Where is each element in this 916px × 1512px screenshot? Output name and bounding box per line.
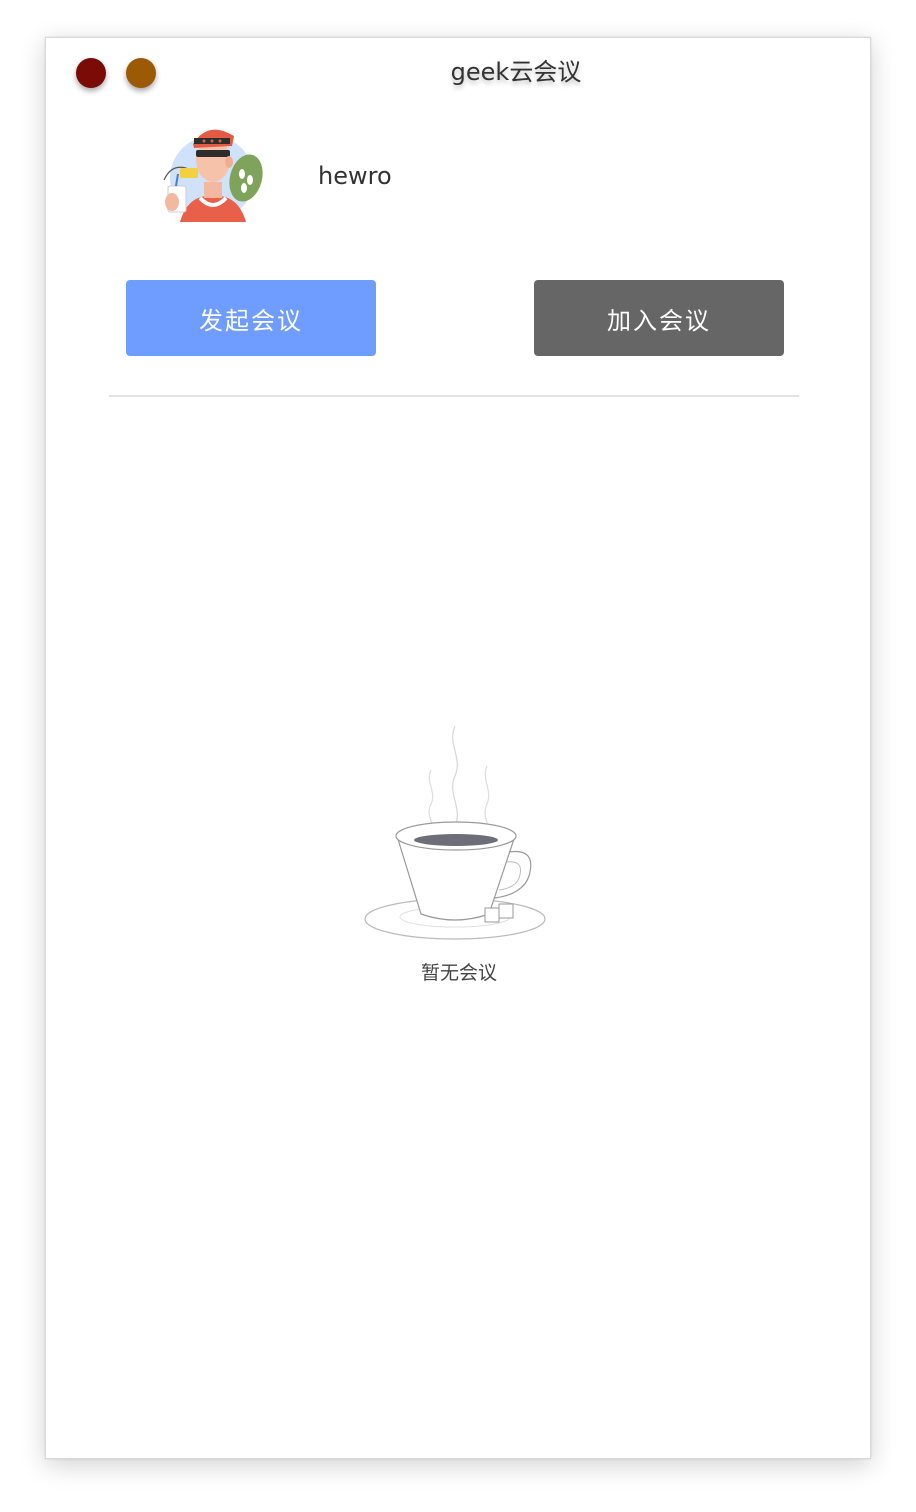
user-avatar-icon xyxy=(163,129,263,222)
empty-state-text: 暂无会议 xyxy=(420,962,497,984)
window-title: geek云会议 xyxy=(450,58,582,86)
app-window: geek云会议 hewro 发起会议 加入会议 暂无会议 xyxy=(45,37,871,1459)
close-window-button[interactable] xyxy=(76,58,106,88)
avatar[interactable] xyxy=(158,114,268,226)
start-meeting-button[interactable]: 发起会议 xyxy=(126,280,376,356)
empty-state: 暂无会议 xyxy=(359,726,559,996)
join-meeting-button[interactable]: 加入会议 xyxy=(534,280,784,356)
coffee-cup-icon xyxy=(364,726,546,940)
username: hewro xyxy=(318,162,392,190)
minimize-window-button[interactable] xyxy=(126,58,156,88)
divider xyxy=(109,395,799,397)
